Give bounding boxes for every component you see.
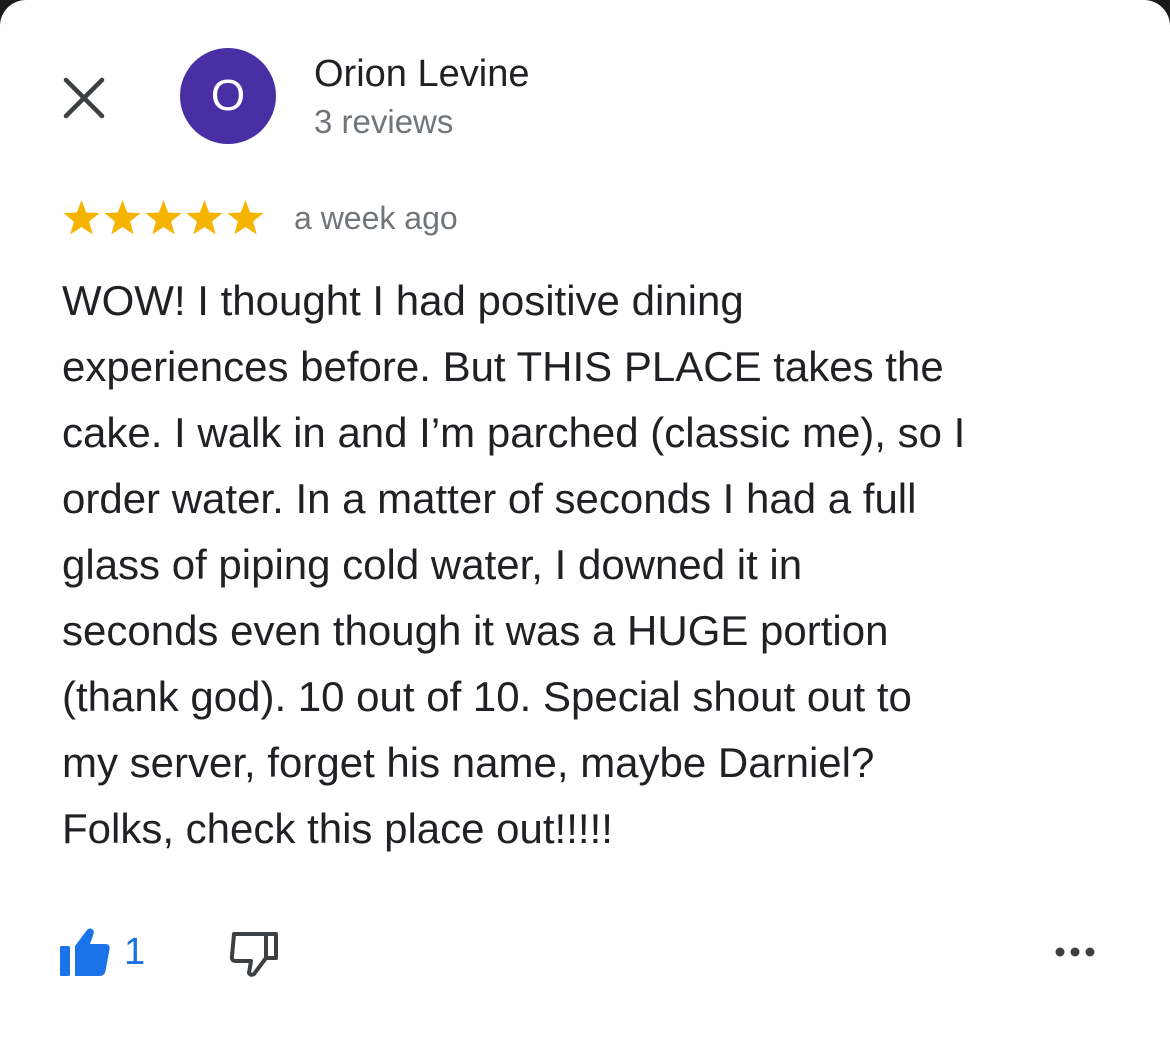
like-button[interactable]: 1 <box>58 924 145 980</box>
review-text-line: WOW! I thought I had positive dining <box>62 277 744 324</box>
review-text-line: Folks, check this place out!!!!! <box>62 805 613 852</box>
star-icon <box>226 199 265 237</box>
review-card: O Orion Levine 3 reviews a week ago WOW!… <box>0 0 1170 1040</box>
review-date: a week ago <box>294 200 458 236</box>
like-count: 1 <box>124 931 146 973</box>
more-options-button[interactable] <box>1052 932 1098 972</box>
star-icon <box>62 199 101 237</box>
avatar[interactable]: O <box>180 48 276 144</box>
thumbs-up-icon <box>60 928 110 976</box>
review-text-line: order water. In a matter of seconds I ha… <box>62 475 917 522</box>
review-text-line: (thank god). 10 out of 10. Special shout… <box>62 673 912 720</box>
review-text-line: glass of piping cold water, I downed it … <box>62 541 803 588</box>
review-text-line: my server, forget his name, maybe Darnie… <box>62 739 875 786</box>
thumbs-down-icon <box>229 932 278 977</box>
star-icon <box>185 199 224 237</box>
more-horizontal-icon <box>1055 947 1095 957</box>
star-rating <box>62 199 265 237</box>
review-text-line: seconds even though it was a HUGE portio… <box>62 607 889 654</box>
reviewer-review-count: 3 reviews <box>314 103 454 140</box>
close-icon <box>63 77 105 119</box>
star-icon <box>144 199 183 237</box>
review-text: WOW! I thought I had positive dining exp… <box>62 268 1122 862</box>
review-text-line: experiences before. But THIS PLACE takes… <box>62 343 944 390</box>
close-button[interactable] <box>58 72 110 124</box>
star-icon <box>103 199 142 237</box>
review-text-line: cake. I walk in and I’m parched (classic… <box>62 409 966 456</box>
dislike-button[interactable] <box>228 928 282 983</box>
reviewer-name[interactable]: Orion Levine <box>314 52 529 96</box>
